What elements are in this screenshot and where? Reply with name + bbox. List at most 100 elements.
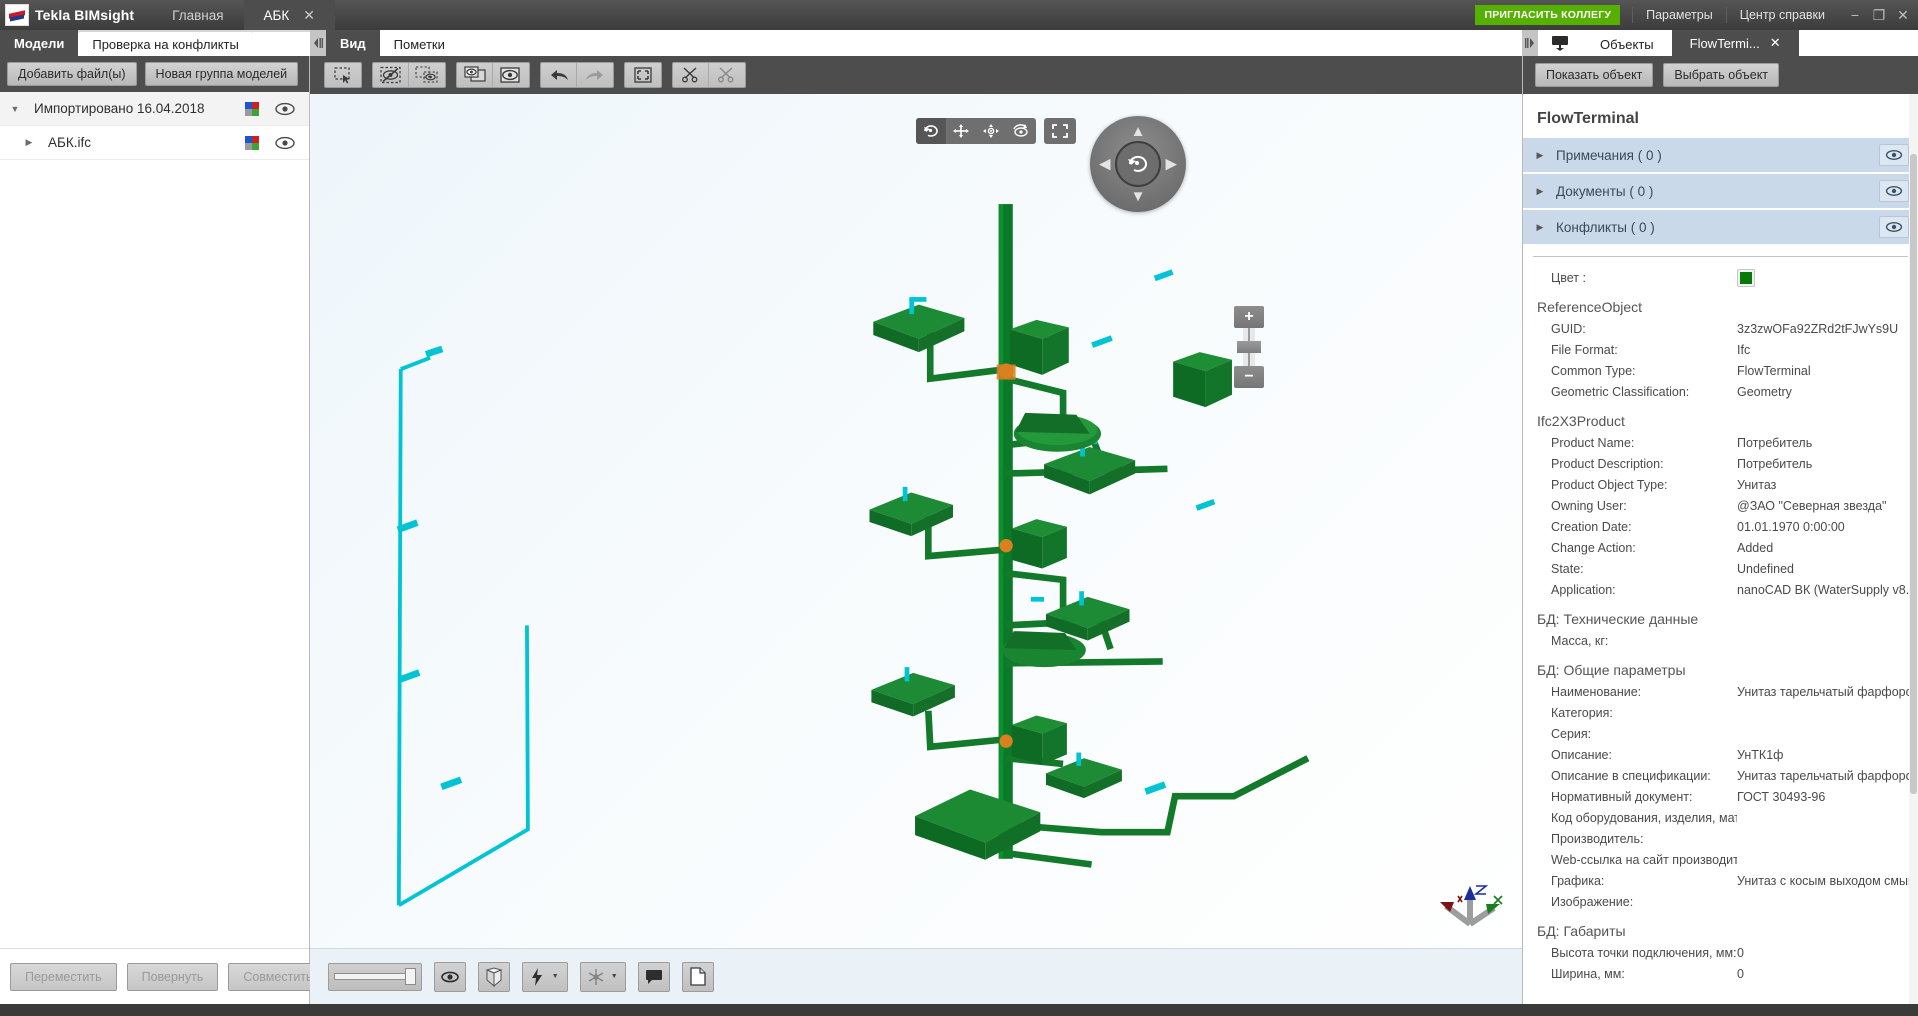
undo-icon[interactable] — [541, 63, 577, 87]
color-swatch-button[interactable] — [1737, 268, 1755, 287]
minimize-icon[interactable]: − — [1848, 8, 1862, 22]
maximize-icon[interactable]: ❐ — [1872, 8, 1886, 22]
property-key: Product Name: — [1551, 435, 1635, 450]
viewport-canvas[interactable]: ▲ ▼ ◀ ▶ + − — [310, 94, 1522, 948]
hide-selected-icon[interactable] — [373, 63, 409, 87]
nav-left-icon[interactable]: ◀ — [1099, 157, 1111, 172]
nav-down-icon[interactable]: ▼ — [1131, 189, 1146, 204]
snap-icon[interactable]: ▼ — [580, 961, 626, 992]
zoom-thumb[interactable] — [1237, 341, 1261, 353]
show-object-button[interactable]: Показать объект — [1535, 63, 1654, 87]
presentation-icon[interactable] — [1538, 30, 1582, 56]
comment-icon[interactable] — [638, 961, 670, 992]
tab-models[interactable]: Модели — [0, 30, 79, 56]
accordion-label: Примечания ( 0 ) — [1556, 147, 1662, 163]
tab-label: АБК — [263, 7, 290, 23]
clip-box-icon[interactable] — [478, 961, 510, 992]
visibility-eye-icon[interactable] — [275, 102, 295, 116]
property-key: GUID: — [1551, 321, 1586, 336]
accordion-conflicts[interactable]: ▶ Конфликты ( 0 ) — [1523, 210, 1918, 244]
tree-item-abk-ifc[interactable]: ▶ АБК.ifc — [0, 126, 309, 160]
chevron-right-icon[interactable]: ▶ — [1532, 186, 1548, 197]
document-icon[interactable] — [682, 961, 714, 992]
slider-thumb[interactable] — [405, 968, 416, 985]
model-color-icon[interactable] — [245, 101, 259, 116]
help-center-link[interactable]: Центр справки — [1725, 7, 1838, 23]
tab-abk[interactable]: АБК ✕ — [243, 0, 336, 30]
property-row: Высота точки подключения, мм: 0 — [1537, 942, 1918, 963]
slider-track[interactable] — [334, 973, 407, 980]
viewport-float-tools — [916, 118, 1076, 144]
chevron-down-icon[interactable]: ▼ — [552, 973, 559, 980]
close-icon[interactable]: ✕ — [1770, 35, 1781, 51]
tab-markups[interactable]: Пометки — [379, 32, 459, 56]
tab-clash-check[interactable]: Проверка на конфликты — [78, 32, 253, 56]
section-cut-icon[interactable] — [673, 63, 709, 87]
property-key: File Format: — [1551, 342, 1618, 357]
hide-unselected-icon[interactable] — [409, 63, 445, 87]
show-all-icon[interactable] — [493, 63, 529, 87]
property-key: Графика: — [1551, 873, 1605, 888]
new-model-group-button[interactable]: Новая группа моделей — [144, 62, 299, 86]
property-value: nanoCAD ВК (WaterSupply v8.5.4381 — [1737, 582, 1918, 597]
chevron-down-icon[interactable]: ▼ — [611, 973, 618, 980]
transparency-slider[interactable] — [328, 962, 422, 991]
pan-icon[interactable] — [946, 118, 976, 144]
chevron-down-icon[interactable]: ▼ — [8, 104, 22, 114]
close-icon[interactable]: ✕ — [303, 8, 315, 22]
viewport-tabs: Вид Пометки — [326, 30, 1522, 56]
tree-item-import-group[interactable]: ▼ Импортировано 16.04.2018 — [0, 92, 309, 126]
collapse-left-icon[interactable] — [310, 30, 326, 56]
invite-colleague-button[interactable]: ПРИГЛАСИТЬ КОЛЛЕГУ — [1475, 5, 1621, 25]
collapse-right-icon[interactable] — [1522, 30, 1538, 56]
show-selected-icon[interactable] — [457, 63, 493, 87]
move-button[interactable]: Переместить — [10, 962, 117, 991]
property-key: Цвет : — [1551, 270, 1586, 285]
fullscreen-icon[interactable] — [1044, 118, 1076, 144]
zoom-out-button[interactable]: − — [1234, 366, 1264, 388]
zoom-in-button[interactable]: + — [1234, 306, 1264, 328]
property-group-title: ReferenceObject — [1537, 299, 1643, 315]
select-object-button[interactable]: Выбрать объект — [1663, 63, 1780, 87]
property-value: Потребитель — [1737, 456, 1813, 471]
title-bar-right: ПРИГЛАСИТЬ КОЛЛЕГУ Параметры Центр справ… — [1475, 0, 1918, 30]
zoom-icon[interactable] — [976, 118, 1006, 144]
visibility-eye-icon[interactable] — [1879, 144, 1909, 166]
chevron-right-icon[interactable]: ▶ — [1532, 150, 1548, 161]
nav-right-icon[interactable]: ▶ — [1165, 157, 1177, 172]
scrollbar-thumb[interactable] — [1910, 154, 1917, 794]
zoom-slider[interactable]: + − — [1234, 306, 1264, 388]
select-area-icon[interactable] — [325, 63, 361, 87]
tab-flowterminal[interactable]: FlowTermi... ✕ — [1671, 30, 1799, 56]
tab-view[interactable]: Вид — [326, 30, 380, 56]
visibility-eye-icon[interactable] — [1879, 180, 1909, 202]
model-color-icon[interactable] — [245, 135, 259, 150]
accordion-notes[interactable]: ▶ Примечания ( 0 ) — [1523, 138, 1918, 172]
orbit-reset-icon[interactable] — [1115, 141, 1161, 187]
look-around-icon[interactable] — [1006, 118, 1036, 144]
visibility-eye-icon[interactable] — [434, 961, 466, 992]
accordion-documents[interactable]: ▶ Документы ( 0 ) — [1523, 174, 1918, 208]
chevron-right-icon[interactable]: ▶ — [22, 137, 36, 148]
properties-scrollbar[interactable] — [1909, 94, 1918, 1004]
property-value: УнТК1ф — [1737, 747, 1784, 762]
tab-glavnaya[interactable]: Главная — [152, 0, 243, 30]
parameters-link[interactable]: Параметры — [1632, 7, 1726, 23]
navigation-cube[interactable]: ▲ ▼ ◀ ▶ — [1090, 116, 1186, 212]
tab-objects[interactable]: Объекты — [1582, 32, 1672, 56]
lightning-icon[interactable]: ▼ — [522, 961, 568, 992]
property-row: Application: nanoCAD ВК (WaterSupply v8.5… — [1537, 579, 1918, 600]
close-icon[interactable]: ✕ — [1896, 8, 1910, 22]
add-files-button[interactable]: Добавить файл(ы) — [7, 62, 137, 86]
fit-to-view-icon[interactable] — [625, 63, 661, 87]
application-window: Tekla BIMsight Главная АБК ✕ ПРИГЛАСИТЬ … — [0, 0, 1918, 1016]
rotate-button[interactable]: Повернуть — [126, 962, 219, 991]
nav-up-icon[interactable]: ▲ — [1131, 124, 1146, 139]
tree-item-label: АБК.ifc — [48, 135, 91, 150]
redo-icon[interactable] — [577, 63, 613, 87]
visibility-eye-icon[interactable] — [275, 136, 295, 150]
orbit-icon[interactable] — [916, 118, 946, 144]
clear-section-icon[interactable] — [709, 63, 745, 87]
chevron-right-icon[interactable]: ▶ — [1532, 222, 1548, 233]
visibility-eye-icon[interactable] — [1879, 216, 1909, 238]
